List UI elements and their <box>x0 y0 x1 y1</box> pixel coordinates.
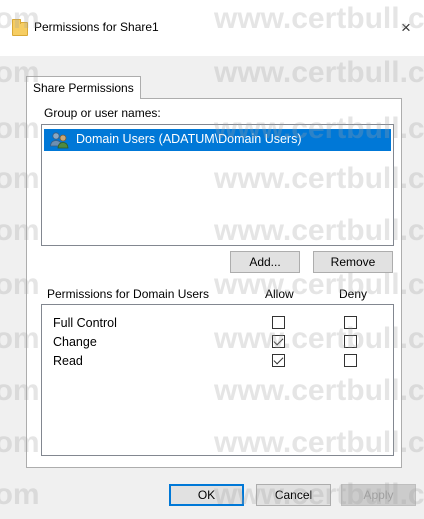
deny-column-label: Deny <box>339 287 368 301</box>
permissions-dialog: Permissions for Share1 × Share Permissio… <box>0 0 424 519</box>
full-control-deny-checkbox[interactable] <box>344 316 357 329</box>
permissions-list: Full Control Change Read <box>41 304 394 456</box>
change-deny-checkbox[interactable] <box>344 335 357 348</box>
window-title: Permissions for Share1 <box>34 20 159 34</box>
permissions-header: Permissions for Domain Users <box>47 287 210 301</box>
list-item-label: Domain Users (ADATUM\Domain Users) <box>76 132 302 146</box>
remove-button[interactable]: Remove <box>313 251 393 273</box>
permission-name: Read <box>53 354 83 368</box>
list-item-domain-users[interactable]: Domain Users (ADATUM\Domain Users) <box>44 129 391 151</box>
full-control-allow-checkbox[interactable] <box>272 316 285 329</box>
read-deny-checkbox[interactable] <box>344 354 357 367</box>
close-button[interactable]: × <box>392 15 420 41</box>
title-bar[interactable]: Permissions for Share1 × <box>0 0 424 56</box>
folder-icon <box>12 19 28 36</box>
permission-row-change: Change <box>42 334 392 352</box>
tab-share-permissions[interactable]: Share Permissions <box>26 76 141 99</box>
permission-row-read: Read <box>42 353 392 371</box>
change-allow-checkbox[interactable] <box>272 335 285 348</box>
permission-name: Full Control <box>53 316 117 330</box>
ok-button[interactable]: OK <box>169 484 244 506</box>
read-allow-checkbox[interactable] <box>272 354 285 367</box>
allow-column-label: Allow <box>265 287 294 301</box>
apply-button[interactable]: Apply <box>341 484 416 506</box>
group-listbox[interactable]: Domain Users (ADATUM\Domain Users) <box>41 124 394 246</box>
cancel-button[interactable]: Cancel <box>256 484 331 506</box>
users-group-icon <box>50 132 69 149</box>
permission-row-full-control: Full Control <box>42 315 392 333</box>
add-button[interactable]: Add... <box>230 251 300 273</box>
permission-name: Change <box>53 335 97 349</box>
group-label: Group or user names: <box>44 106 161 120</box>
